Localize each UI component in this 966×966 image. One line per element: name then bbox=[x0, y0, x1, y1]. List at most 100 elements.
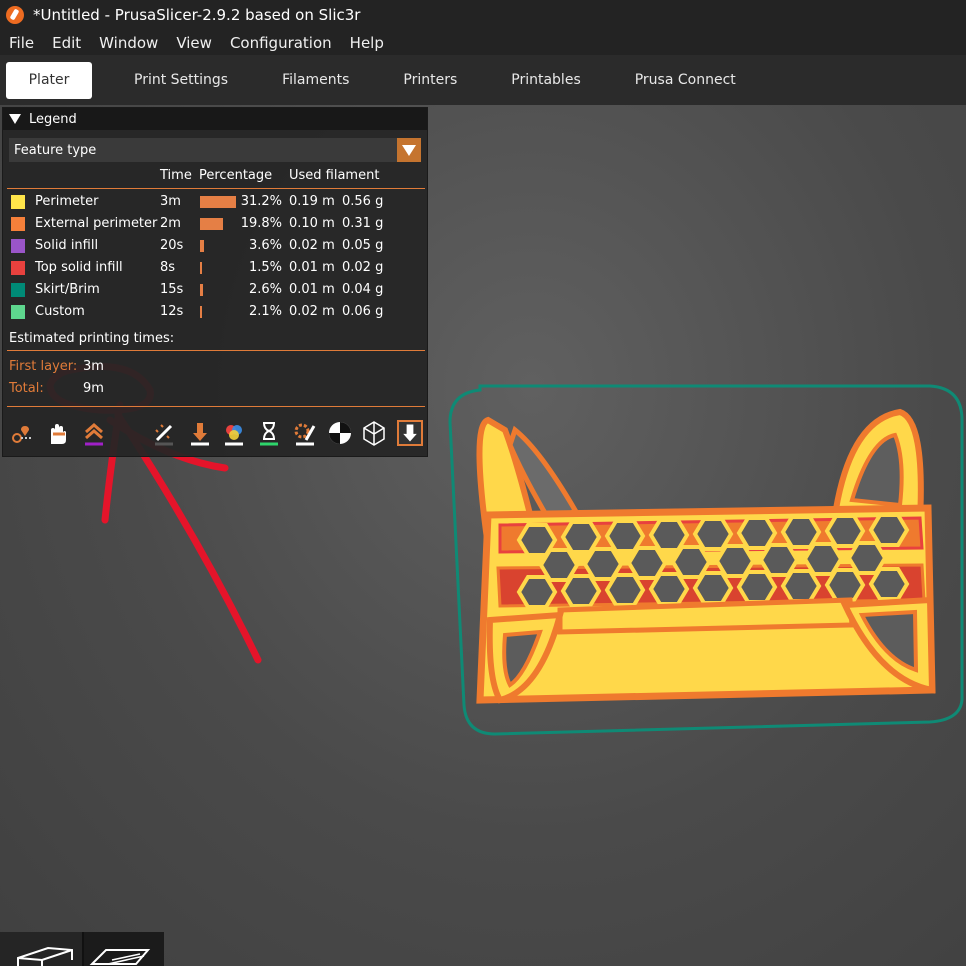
color-swatch bbox=[11, 261, 25, 275]
color-swatch bbox=[11, 195, 25, 209]
feature-time: 12s bbox=[160, 304, 184, 319]
feature-weight: 0.31 g bbox=[342, 216, 384, 231]
wipe-icon[interactable] bbox=[45, 420, 71, 446]
first-layer-value: 3m bbox=[83, 359, 104, 374]
legend-table-header: Time Percentage Used filament bbox=[3, 168, 429, 188]
feature-name: Perimeter bbox=[35, 194, 99, 209]
view-type-dropdown[interactable]: Feature type bbox=[9, 138, 421, 162]
color-swatch bbox=[11, 217, 25, 231]
menu-configuration[interactable]: Configuration bbox=[230, 34, 332, 52]
feature-weight: 0.04 g bbox=[342, 282, 384, 297]
feature-weight: 0.02 g bbox=[342, 260, 384, 275]
feature-length: 0.10 m bbox=[289, 216, 335, 231]
percentage-bar bbox=[200, 240, 205, 252]
feature-length: 0.19 m bbox=[289, 194, 335, 209]
color-swatch bbox=[11, 283, 25, 297]
legend-row[interactable]: Perimeter 3m 31.2% 0.19 m 0.56 g bbox=[3, 191, 429, 213]
feature-time: 20s bbox=[160, 238, 184, 253]
tab-bar: Plater Print Settings Filaments Printers… bbox=[0, 55, 966, 105]
color-swatch bbox=[11, 305, 25, 319]
first-layer-label: First layer: bbox=[9, 359, 78, 374]
dropdown-arrow-icon[interactable] bbox=[397, 138, 421, 162]
legend-row[interactable]: Top solid infill 8s 1.5% 0.01 m 0.02 g bbox=[3, 257, 429, 279]
collapse-triangle-icon[interactable] bbox=[9, 114, 21, 124]
feature-name: Top solid infill bbox=[35, 260, 123, 275]
feature-percentage: 2.6% bbox=[248, 282, 282, 297]
custom-gcode-icon[interactable] bbox=[292, 420, 318, 446]
menu-bar: File Edit Window View Configuration Help bbox=[0, 30, 966, 55]
feature-weight: 0.05 g bbox=[342, 238, 384, 253]
tab-plater[interactable]: Plater bbox=[6, 61, 92, 99]
feature-percentage: 2.1% bbox=[248, 304, 282, 319]
times-separator bbox=[7, 350, 425, 351]
percentage-bar bbox=[200, 196, 236, 208]
feature-time: 15s bbox=[160, 282, 184, 297]
feature-name: Solid infill bbox=[35, 238, 99, 253]
seams-icon[interactable] bbox=[151, 420, 177, 446]
feature-weight: 0.56 g bbox=[342, 194, 384, 209]
legend-title: Legend bbox=[29, 111, 77, 127]
feature-percentage: 1.5% bbox=[248, 260, 282, 275]
feature-percentage: 3.6% bbox=[248, 238, 282, 253]
total-value: 9m bbox=[83, 381, 104, 396]
travel-icon[interactable] bbox=[9, 420, 35, 446]
feature-time: 3m bbox=[160, 194, 181, 209]
feature-weight: 0.06 g bbox=[342, 304, 384, 319]
tab-prusa-connect[interactable]: Prusa Connect bbox=[609, 62, 762, 99]
feature-percentage: 19.8% bbox=[240, 216, 282, 231]
retractions-icon[interactable] bbox=[81, 420, 107, 446]
printed-model bbox=[476, 408, 936, 704]
menu-help[interactable]: Help bbox=[350, 34, 384, 52]
feature-length: 0.02 m bbox=[289, 304, 335, 319]
percentage-bar bbox=[200, 218, 223, 230]
feature-length: 0.02 m bbox=[289, 238, 335, 253]
tab-print-settings[interactable]: Print Settings bbox=[108, 62, 254, 99]
prusaslicer-logo-icon bbox=[6, 6, 24, 24]
feature-length: 0.01 m bbox=[289, 260, 335, 275]
legend-row[interactable]: External perimeter 2m 19.8% 0.10 m 0.31 g bbox=[3, 213, 429, 235]
center-of-gravity-icon[interactable] bbox=[327, 420, 353, 446]
percentage-bar bbox=[200, 262, 202, 274]
menu-edit[interactable]: Edit bbox=[52, 34, 81, 52]
total-label: Total: bbox=[9, 381, 44, 396]
first-layer-stat: First layer: 3m bbox=[9, 359, 104, 374]
column-percentage: Percentage bbox=[199, 168, 273, 183]
legend-row[interactable]: Solid infill 20s 3.6% 0.02 m 0.05 g bbox=[3, 235, 429, 257]
color-swatch bbox=[11, 239, 25, 253]
total-stat: Total: 9m bbox=[9, 381, 104, 396]
view-type-value: Feature type bbox=[14, 142, 97, 158]
tab-printables[interactable]: Printables bbox=[485, 62, 606, 99]
estimated-times-label: Estimated printing times: bbox=[9, 331, 175, 346]
column-used-filament: Used filament bbox=[289, 168, 380, 183]
legend-header[interactable]: Legend bbox=[3, 108, 427, 130]
tab-filaments[interactable]: Filaments bbox=[256, 62, 375, 99]
feature-length: 0.01 m bbox=[289, 282, 335, 297]
percentage-bar bbox=[200, 284, 203, 296]
tool-changes-icon[interactable] bbox=[187, 420, 213, 446]
menu-window[interactable]: Window bbox=[99, 34, 158, 52]
feature-time: 2m bbox=[160, 216, 181, 231]
legend-row[interactable]: Custom 12s 2.1% 0.02 m 0.06 g bbox=[3, 301, 429, 323]
window-title: *Untitled - PrusaSlicer-2.9.2 based on S… bbox=[33, 6, 361, 24]
feature-time: 8s bbox=[160, 260, 176, 275]
view-toolbar bbox=[0, 932, 164, 966]
menu-view[interactable]: View bbox=[176, 34, 212, 52]
menu-file[interactable]: File bbox=[9, 34, 34, 52]
feature-name: Custom bbox=[35, 304, 85, 319]
shells-icon[interactable] bbox=[361, 420, 387, 446]
legend-panel: Legend Feature type Time Percentage Used… bbox=[2, 107, 428, 457]
header-separator bbox=[7, 188, 425, 189]
title-bar: *Untitled - PrusaSlicer-2.9.2 based on S… bbox=[0, 0, 966, 30]
feature-name: Skirt/Brim bbox=[35, 282, 100, 297]
toolbar-separator bbox=[7, 406, 425, 407]
feature-percentage: 31.2% bbox=[240, 194, 282, 209]
preview-view-icon[interactable] bbox=[84, 932, 164, 966]
color-changes-icon[interactable] bbox=[221, 420, 247, 446]
3d-view-icon[interactable] bbox=[0, 932, 80, 966]
pause-prints-icon[interactable] bbox=[256, 420, 282, 446]
legend-icon-toolbar bbox=[7, 418, 425, 448]
legend-row[interactable]: Skirt/Brim 15s 2.6% 0.01 m 0.04 g bbox=[3, 279, 429, 301]
percentage-bar bbox=[200, 306, 203, 318]
tool-marker-icon[interactable] bbox=[397, 420, 423, 446]
tab-printers[interactable]: Printers bbox=[377, 62, 483, 99]
